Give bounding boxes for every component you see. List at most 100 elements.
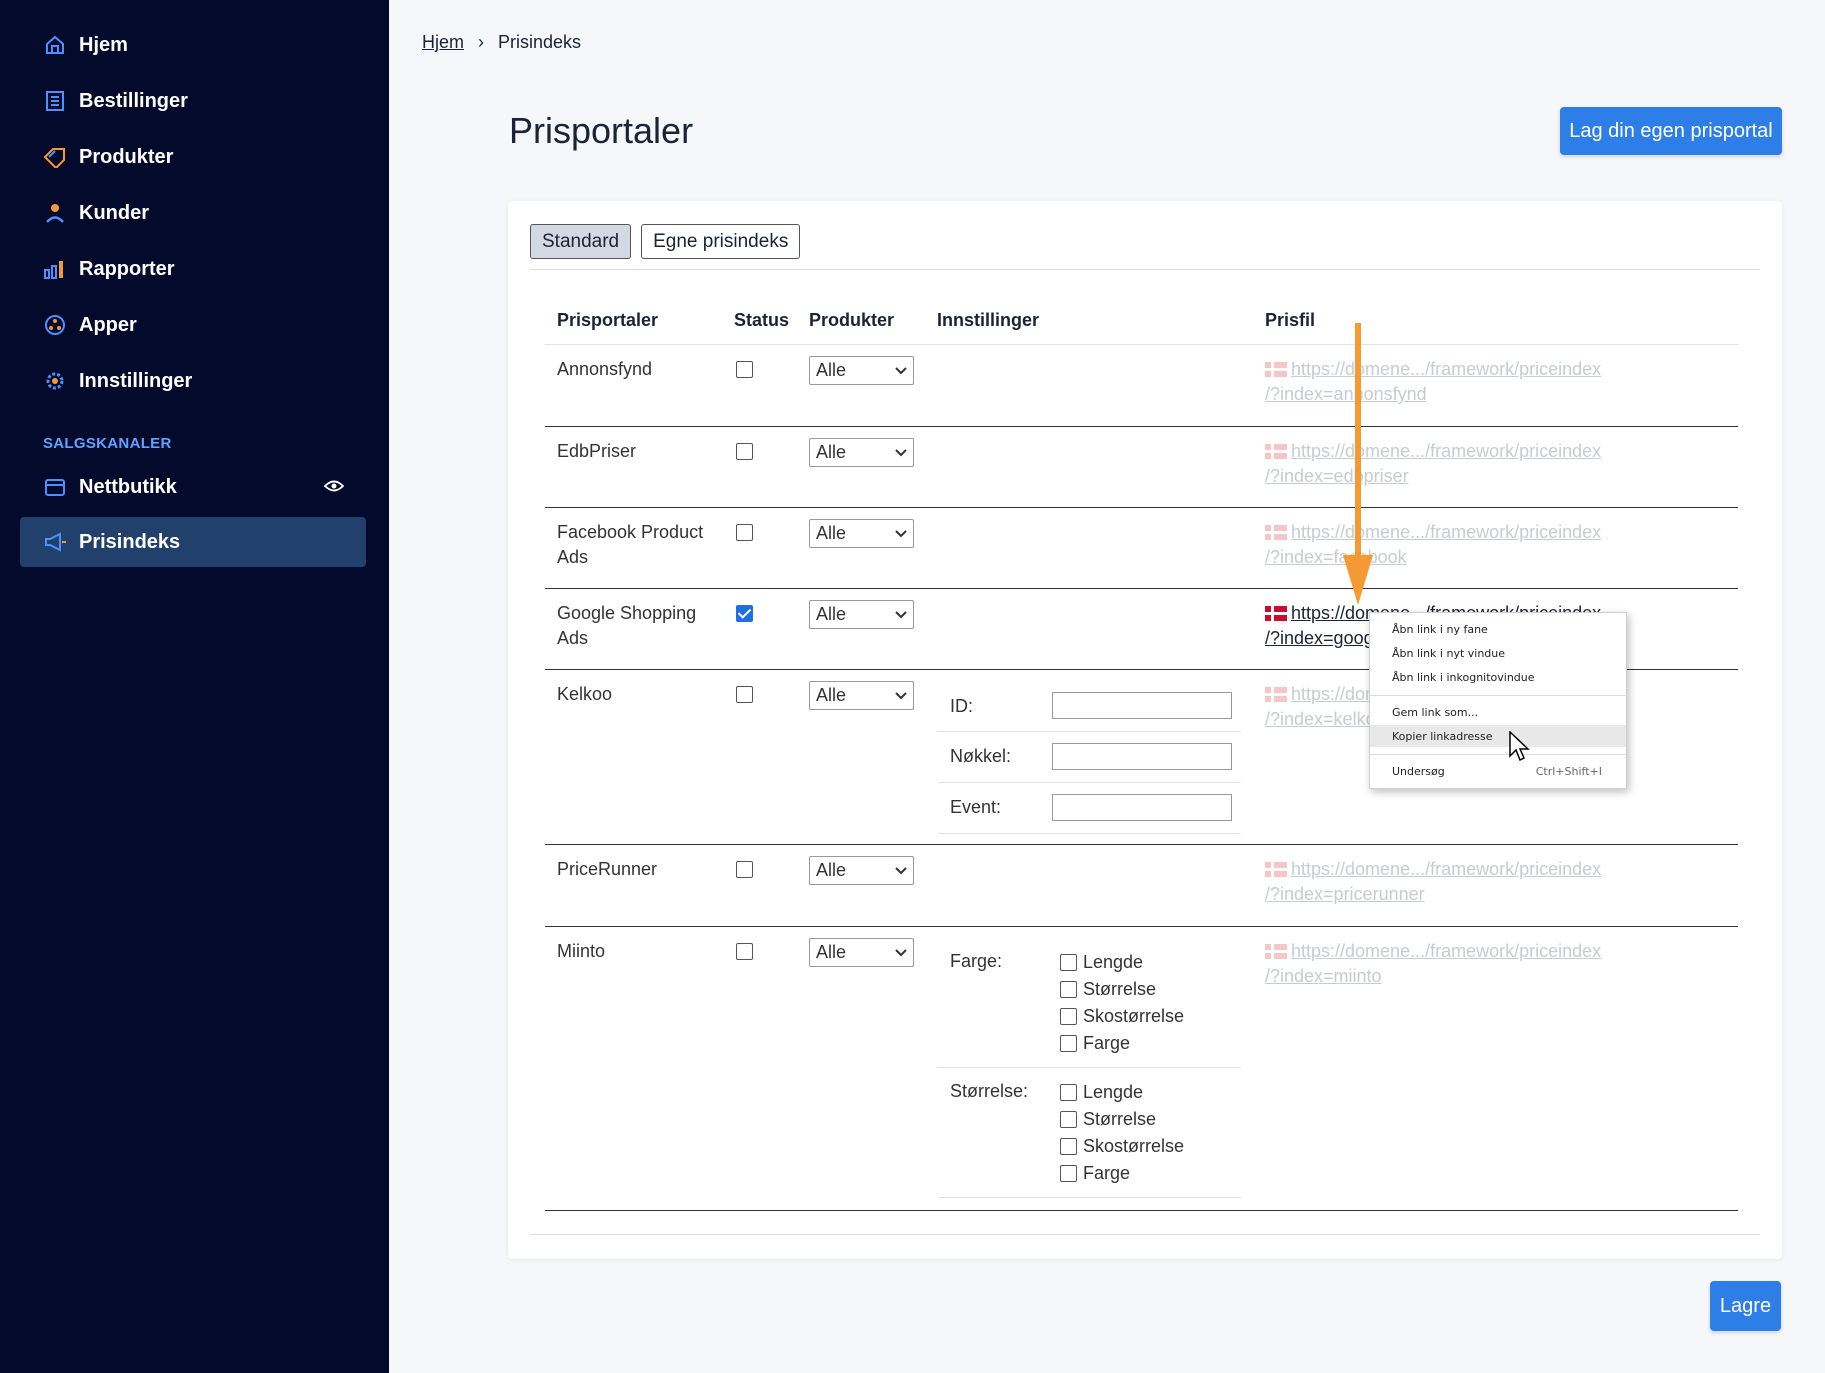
tab-standard[interactable]: Standard: [530, 224, 632, 259]
products-select[interactable]: Alle: [809, 356, 914, 385]
setting-label: Nøkkel:: [950, 746, 1012, 766]
portal-name: PriceRunner: [557, 859, 658, 879]
key-field[interactable]: [1052, 743, 1232, 770]
products-select[interactable]: Alle: [809, 519, 914, 548]
table-row: Miinto Alle Farge: Lengde Størrelse Skos…: [508, 927, 1782, 1210]
column-header-file: Prisfil: [1265, 310, 1316, 330]
save-button[interactable]: Lagre: [1710, 1281, 1781, 1331]
setting-row: Event:: [938, 783, 1241, 834]
event-field[interactable]: [1052, 794, 1232, 821]
tab-bar: Standard Egne prisindeks: [530, 224, 801, 259]
sidebar-item-label: Apper: [79, 313, 137, 336]
table-row: Facebook Product Ads Alle https://domene…: [508, 508, 1782, 588]
flag-icon: [1265, 606, 1287, 621]
price-file-link[interactable]: https://domene.../framework/priceindex/?…: [1265, 520, 1645, 570]
menu-item-inspect[interactable]: Undersøg Ctrl+Shift+I: [1370, 760, 1626, 782]
id-field[interactable]: [1052, 692, 1232, 719]
status-checkbox[interactable]: [736, 686, 753, 703]
menu-item-save-link[interactable]: Gem link som...: [1370, 701, 1626, 723]
breadcrumb: Hjem › Prisindeks: [422, 32, 581, 53]
bar-chart-icon: [42, 256, 68, 282]
store-icon: [42, 474, 68, 500]
megaphone-icon: [42, 529, 68, 555]
status-checkbox[interactable]: [736, 861, 753, 878]
option-checkbox[interactable]: Størrelse: [1060, 1109, 1156, 1130]
setting-label: Event:: [950, 797, 1002, 817]
status-checkbox[interactable]: [736, 943, 753, 960]
status-checkbox[interactable]: [736, 443, 753, 460]
option-checkbox[interactable]: Farge: [1060, 1033, 1130, 1054]
sidebar-item-hjem[interactable]: Hjem: [20, 20, 366, 70]
setting-group: Farge: Lengde Størrelse Skostørrelse Far…: [938, 938, 1241, 1068]
sidebar-item-label: Produkter: [79, 145, 174, 168]
home-icon: [42, 32, 68, 58]
option-checkbox[interactable]: Størrelse: [1060, 979, 1156, 1000]
eye-icon[interactable]: [323, 476, 345, 499]
sidebar-item-rapporter[interactable]: Rapporter: [20, 244, 366, 294]
products-select[interactable]: Alle: [809, 438, 914, 467]
status-checkbox[interactable]: [736, 524, 753, 541]
flag-icon: [1265, 525, 1287, 540]
menu-item-copy-link[interactable]: Kopier linkadresse: [1370, 725, 1626, 747]
sidebar-item-kunder[interactable]: Kunder: [20, 188, 366, 238]
option-checkbox[interactable]: Lengde: [1060, 952, 1143, 973]
table-row: PriceRunner Alle https://domene.../frame…: [508, 845, 1782, 926]
menu-item-open-new-window[interactable]: Åbn link i nyt vindue: [1370, 642, 1626, 664]
products-select[interactable]: Alle: [809, 600, 914, 629]
context-menu: Åbn link i ny fane Åbn link i nyt vindue…: [1369, 612, 1627, 789]
price-file-link[interactable]: https://domene.../framework/priceindex/?…: [1265, 939, 1645, 989]
gear-icon: [42, 368, 68, 394]
portal-name: Annonsfynd: [557, 359, 653, 379]
divider: [530, 269, 1760, 270]
products-select[interactable]: Alle: [809, 938, 914, 967]
option-checkbox[interactable]: Farge: [1060, 1163, 1130, 1184]
price-file-link[interactable]: https://domene.../framework/priceindex/?…: [1265, 357, 1645, 407]
sidebar: Hjem Bestillinger Produkter Kunder Rappo…: [0, 0, 389, 1373]
portal-name: Facebook Product Ads: [557, 522, 704, 567]
status-checkbox[interactable]: [736, 361, 753, 378]
shortcut-label: Ctrl+Shift+I: [1535, 764, 1602, 778]
divider: [545, 1210, 1738, 1211]
chevron-down-icon: [895, 943, 907, 968]
mouse-cursor-icon: [1509, 731, 1530, 762]
status-checkbox[interactable]: [736, 605, 753, 622]
divider: [1370, 695, 1626, 696]
option-checkbox[interactable]: Lengde: [1060, 1082, 1143, 1103]
setting-label: Størrelse:: [950, 1081, 1029, 1101]
setting-row: ID:: [938, 681, 1241, 732]
sidebar-item-label: Rapporter: [79, 257, 175, 280]
option-checkbox[interactable]: Skostørrelse: [1060, 1006, 1184, 1027]
sidebar-item-bestillinger[interactable]: Bestillinger: [20, 76, 366, 126]
page-title: Prisportaler: [509, 110, 694, 151]
sidebar-item-innstillinger[interactable]: Innstillinger: [20, 356, 366, 406]
chevron-down-icon: [895, 524, 907, 549]
portal-name: Google Shopping Ads: [557, 603, 697, 648]
tab-egne-prisindeks[interactable]: Egne prisindeks: [641, 224, 801, 259]
products-select[interactable]: Alle: [809, 681, 914, 710]
portal-name: EdbPriser: [557, 441, 637, 461]
flag-icon: [1265, 687, 1287, 702]
section-title: SALGSKANALER: [43, 435, 172, 452]
create-portal-button[interactable]: Lag din egen prisportal: [1560, 107, 1782, 155]
breadcrumb-home-link[interactable]: Hjem: [422, 32, 464, 53]
chevron-down-icon: [895, 605, 907, 630]
menu-item-open-new-tab[interactable]: Åbn link i ny fane: [1370, 618, 1626, 640]
sidebar-item-apper[interactable]: Apper: [20, 300, 366, 350]
flag-icon: [1265, 862, 1287, 877]
products-select[interactable]: Alle: [809, 856, 914, 885]
flag-icon: [1265, 362, 1287, 377]
sidebar-item-prisindeks[interactable]: Prisindeks: [20, 517, 366, 567]
orders-icon: [42, 88, 68, 114]
sidebar-item-nettbutikk[interactable]: Nettbutikk: [20, 462, 366, 512]
column-header-portal: Prisportaler: [557, 310, 659, 330]
flag-icon: [1265, 444, 1287, 459]
option-checkbox[interactable]: Skostørrelse: [1060, 1136, 1184, 1157]
menu-item-open-incognito[interactable]: Åbn link i inkognitovindue: [1370, 666, 1626, 688]
price-file-link[interactable]: https://domene.../framework/priceindex/?…: [1265, 439, 1645, 489]
price-file-link[interactable]: https://domene.../framework/priceindex/?…: [1265, 857, 1645, 907]
sidebar-item-produkter[interactable]: Produkter: [20, 132, 366, 182]
setting-label: Farge:: [950, 951, 1003, 971]
chevron-down-icon: [895, 361, 907, 386]
setting-group: Størrelse: Lengde Størrelse Skostørrelse…: [938, 1068, 1241, 1198]
chevron-down-icon: [895, 861, 907, 886]
